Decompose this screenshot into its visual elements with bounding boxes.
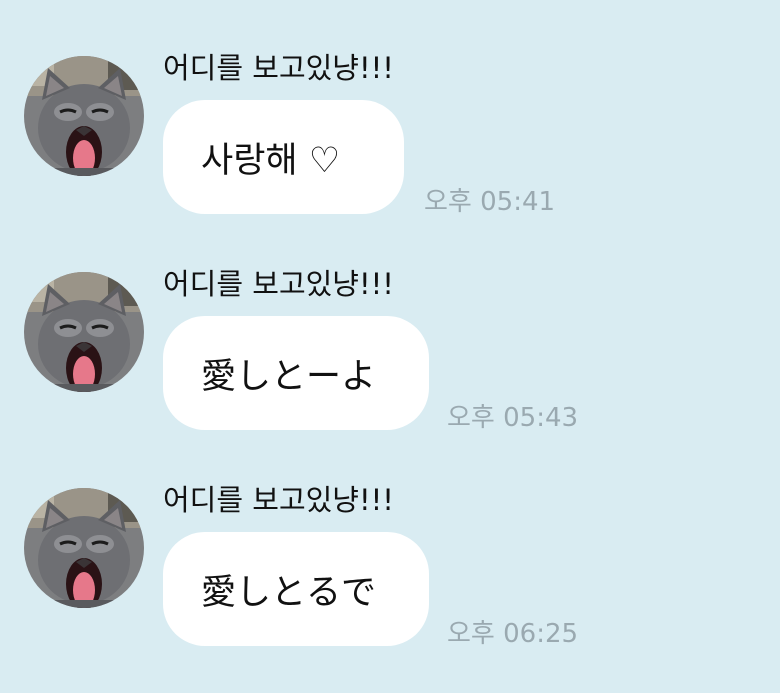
message-row: 어디를 보고있냥!!! 愛しとるで 오후 06:25 [0,432,780,649]
message-bubble[interactable]: 사랑해 ♡ [163,100,404,214]
chat-room: 어디를 보고있냥!!! 사랑해 ♡ 오후 05:41 어디를 보고있냥!!! 愛… [0,0,780,693]
message-row: 어디를 보고있냥!!! 사랑해 ♡ 오후 05:41 [0,0,780,217]
cat-avatar-icon[interactable] [24,272,144,392]
cat-avatar-icon[interactable] [24,56,144,176]
sender-name: 어디를 보고있냥!!! [163,267,394,301]
sender-name: 어디를 보고있냥!!! [163,51,394,85]
message-bubble[interactable]: 愛しとるで [163,532,429,646]
sender-name: 어디를 보고있냥!!! [163,483,394,517]
message-time: 오후 05:41 [424,187,556,217]
message-row: 어디를 보고있냥!!! 愛しとーよ 오후 05:43 [0,216,780,433]
cat-avatar-icon[interactable] [24,488,144,608]
message-time: 오후 06:25 [447,619,579,649]
message-bubble[interactable]: 愛しとーよ [163,316,429,430]
message-time: 오후 05:43 [447,403,579,433]
